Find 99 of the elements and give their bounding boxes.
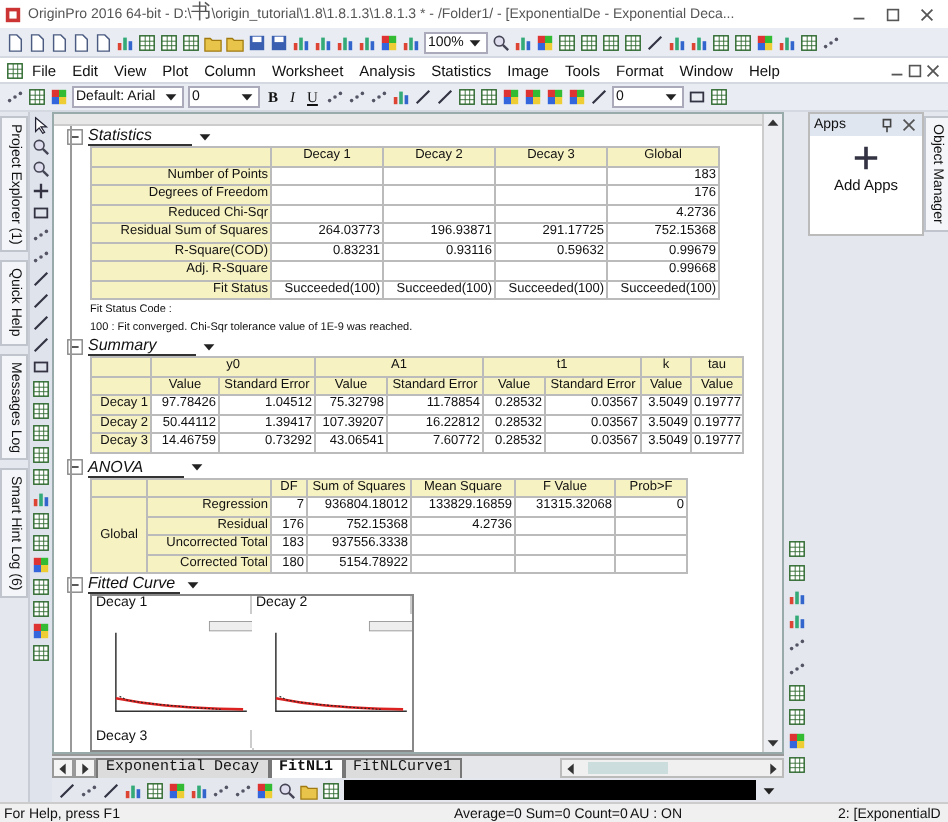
grid-icon[interactable] bbox=[32, 534, 50, 552]
dots-icon[interactable] bbox=[80, 781, 98, 799]
palette-icon[interactable] bbox=[32, 556, 50, 574]
chart-icon[interactable] bbox=[190, 781, 208, 799]
caret-icon[interactable] bbox=[238, 88, 256, 106]
pen-icon[interactable] bbox=[58, 781, 76, 799]
palette-icon[interactable] bbox=[545, 88, 564, 106]
grid-icon[interactable] bbox=[160, 33, 178, 51]
chart-icon[interactable] bbox=[358, 33, 376, 51]
grid-icon[interactable] bbox=[557, 33, 576, 51]
dots-icon[interactable] bbox=[787, 636, 805, 654]
chart-icon[interactable] bbox=[314, 33, 332, 51]
grid-icon[interactable] bbox=[32, 446, 50, 464]
grid-icon[interactable] bbox=[138, 33, 156, 51]
chart-icon[interactable] bbox=[292, 33, 310, 51]
save-icon[interactable] bbox=[270, 33, 288, 51]
palette-icon[interactable] bbox=[567, 88, 586, 106]
grid-icon[interactable] bbox=[787, 708, 805, 726]
dots-icon[interactable] bbox=[821, 33, 840, 51]
chart-icon[interactable] bbox=[32, 490, 50, 508]
grid-icon[interactable] bbox=[787, 540, 805, 558]
rect-icon[interactable] bbox=[32, 204, 50, 222]
chart-icon[interactable] bbox=[787, 588, 805, 606]
palette-icon[interactable] bbox=[380, 33, 398, 51]
chart-icon[interactable] bbox=[402, 33, 420, 51]
grid-icon[interactable] bbox=[787, 564, 805, 582]
maximize-icon[interactable] bbox=[906, 61, 924, 79]
grid-icon[interactable] bbox=[457, 88, 476, 106]
zoom-icon[interactable] bbox=[491, 33, 510, 51]
chart-icon[interactable] bbox=[391, 88, 410, 106]
grid-icon[interactable] bbox=[322, 781, 340, 799]
dots-icon[interactable] bbox=[787, 660, 805, 678]
down-arrow-icon[interactable] bbox=[764, 734, 782, 752]
maximize-icon[interactable] bbox=[884, 5, 902, 23]
pin-icon[interactable] bbox=[878, 116, 896, 134]
section-title: Fitted Curve bbox=[88, 574, 180, 594]
chart-icon[interactable] bbox=[787, 612, 805, 630]
palette-icon[interactable] bbox=[535, 33, 554, 51]
caret-icon[interactable] bbox=[661, 88, 680, 106]
chart-icon[interactable] bbox=[689, 33, 708, 51]
dots-icon[interactable] bbox=[234, 781, 252, 799]
pointer-icon[interactable] bbox=[32, 116, 50, 134]
grid-icon[interactable] bbox=[787, 684, 805, 702]
chart-icon[interactable] bbox=[336, 33, 354, 51]
grid-icon[interactable] bbox=[32, 600, 50, 618]
grid-icon[interactable] bbox=[579, 33, 598, 51]
palette-icon[interactable] bbox=[501, 88, 520, 106]
palette-icon[interactable] bbox=[523, 88, 542, 106]
dots-icon[interactable] bbox=[212, 781, 230, 799]
grid-icon[interactable] bbox=[182, 33, 200, 51]
palette-icon[interactable] bbox=[787, 732, 805, 750]
grid-icon[interactable] bbox=[479, 88, 498, 106]
grid-icon[interactable] bbox=[32, 468, 50, 486]
grid-icon[interactable] bbox=[787, 756, 805, 774]
right-arrow-icon[interactable] bbox=[76, 760, 94, 778]
palette-icon[interactable] bbox=[32, 622, 50, 640]
close-icon[interactable] bbox=[918, 5, 936, 23]
grid-icon[interactable] bbox=[32, 644, 50, 662]
pen-icon[interactable] bbox=[645, 33, 664, 51]
grid-icon[interactable] bbox=[601, 33, 620, 51]
palette-icon[interactable] bbox=[256, 781, 274, 799]
up-arrow-icon[interactable] bbox=[764, 114, 782, 132]
grid-icon[interactable] bbox=[146, 781, 164, 799]
grid-icon[interactable] bbox=[32, 512, 50, 530]
zoom-icon[interactable] bbox=[32, 138, 50, 156]
pen-icon[interactable] bbox=[102, 781, 120, 799]
zoom-icon[interactable] bbox=[32, 160, 50, 178]
left-arrow-icon[interactable] bbox=[54, 760, 72, 778]
chart-icon[interactable] bbox=[513, 33, 532, 51]
grid-icon[interactable] bbox=[623, 33, 642, 51]
dots-icon[interactable] bbox=[6, 88, 24, 106]
right-arrow-icon[interactable] bbox=[764, 759, 782, 777]
save-icon[interactable] bbox=[248, 33, 266, 51]
palette-icon[interactable] bbox=[168, 781, 186, 799]
chart-icon[interactable] bbox=[777, 33, 796, 51]
grid-icon[interactable] bbox=[711, 33, 730, 51]
grid-icon[interactable] bbox=[32, 380, 50, 398]
close-icon[interactable] bbox=[924, 61, 942, 79]
chart-icon[interactable] bbox=[124, 781, 142, 799]
rect-icon[interactable] bbox=[32, 358, 50, 376]
grid-icon[interactable] bbox=[32, 578, 50, 596]
plus-icon[interactable] bbox=[32, 182, 50, 200]
grid-icon[interactable] bbox=[709, 88, 728, 106]
grid-icon[interactable] bbox=[32, 402, 50, 420]
chart-icon[interactable] bbox=[116, 33, 134, 51]
rect-icon[interactable] bbox=[687, 88, 706, 106]
palette-icon[interactable] bbox=[50, 88, 68, 106]
palette-icon[interactable] bbox=[755, 33, 774, 51]
chart-icon[interactable] bbox=[667, 33, 686, 51]
pen-icon[interactable] bbox=[589, 88, 608, 106]
left-arrow-icon[interactable] bbox=[562, 759, 580, 777]
caret-icon[interactable] bbox=[162, 88, 180, 106]
grid-icon[interactable] bbox=[733, 33, 752, 51]
grid-icon[interactable] bbox=[32, 424, 50, 442]
grid-icon[interactable] bbox=[28, 88, 46, 106]
grid-icon[interactable] bbox=[799, 33, 818, 51]
plus-icon[interactable] bbox=[852, 144, 880, 172]
close-icon[interactable] bbox=[900, 116, 918, 134]
zoom-icon[interactable] bbox=[278, 781, 296, 799]
